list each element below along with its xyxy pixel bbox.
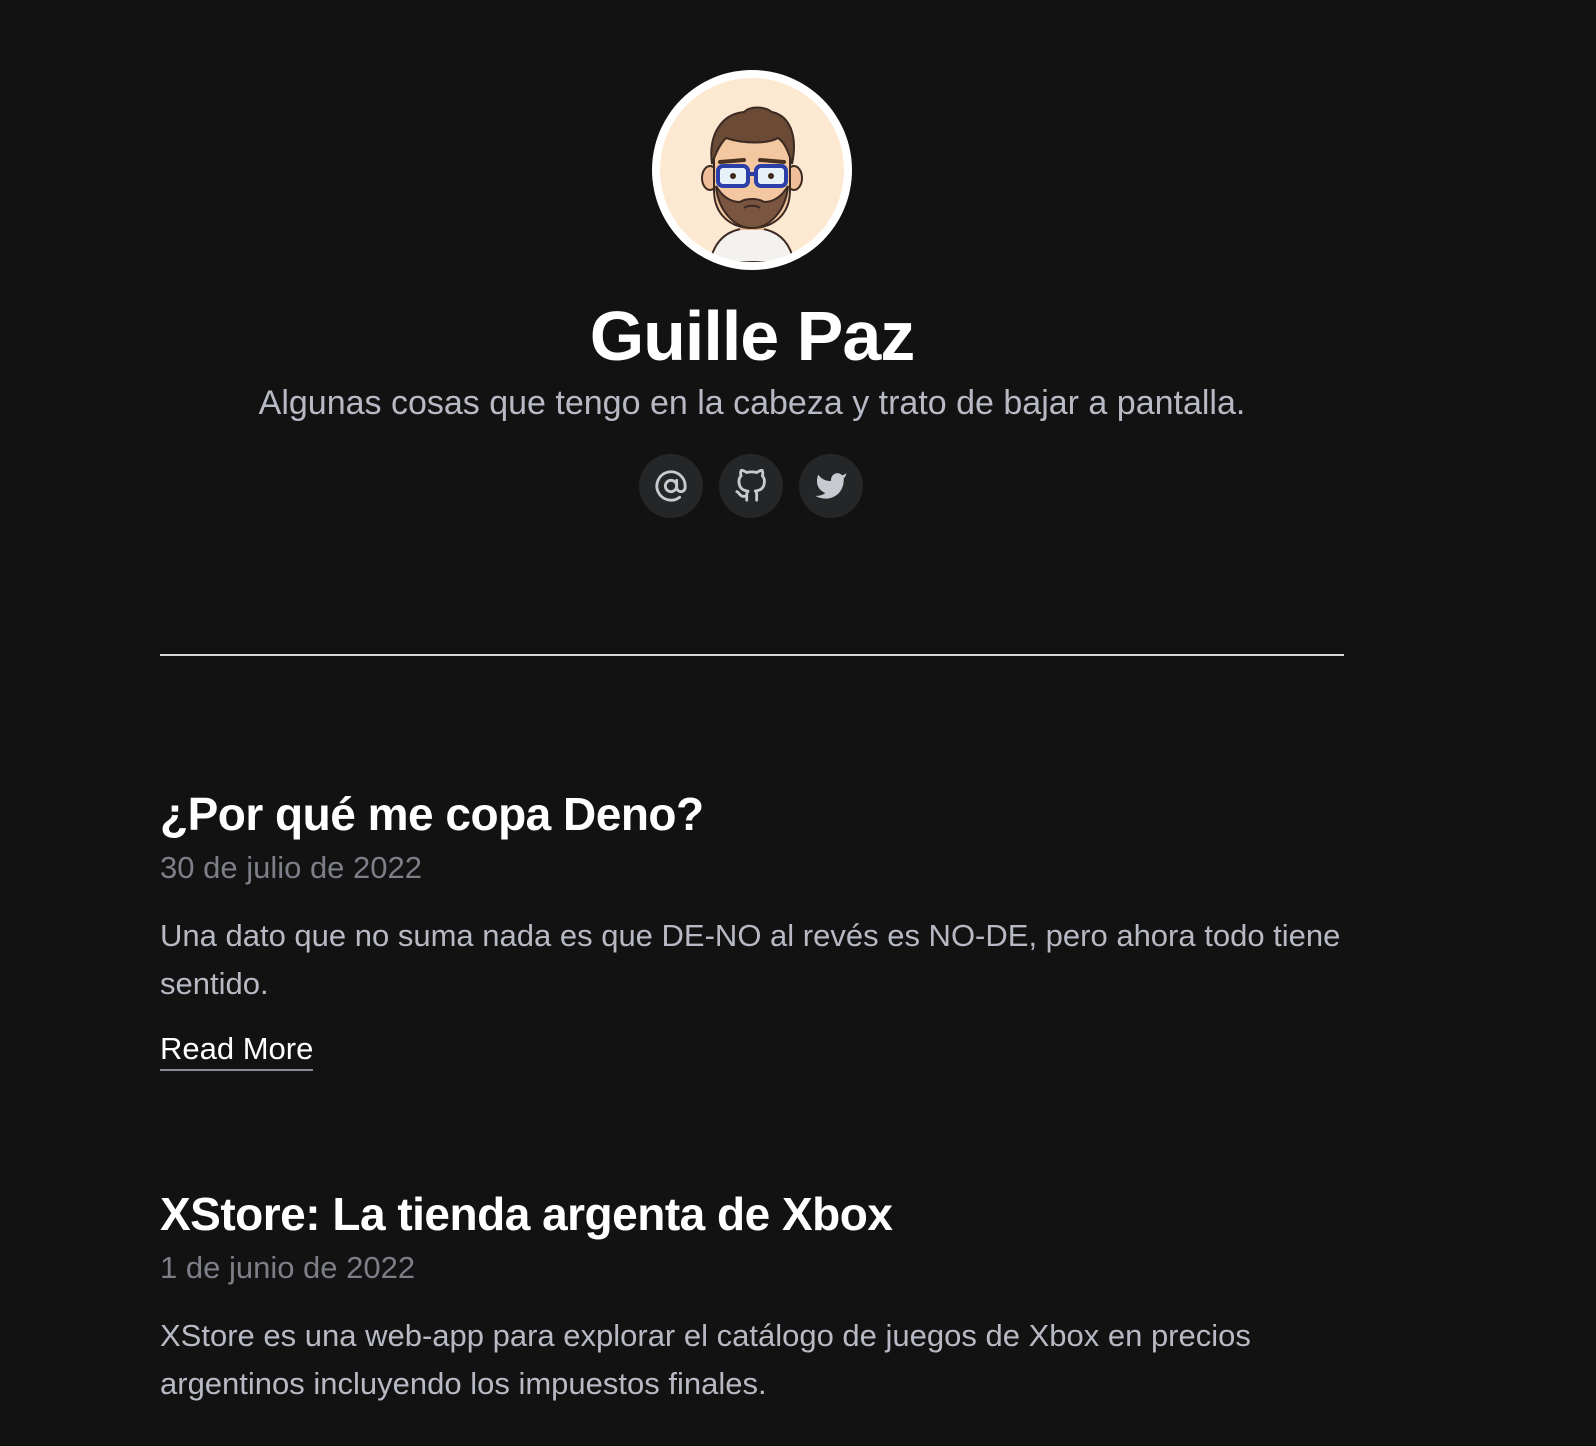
post-item: XStore: La tienda argenta de Xbox 1 de j…: [160, 1186, 1350, 1408]
avatar: [652, 70, 852, 270]
avatar-icon: [701, 106, 803, 262]
post-excerpt: XStore es una web-app para explorar el c…: [160, 1318, 1251, 1401]
github-icon: [735, 469, 766, 502]
post-title[interactable]: XStore: La tienda argenta de Xbox: [160, 1186, 1350, 1242]
read-more-link[interactable]: Read More: [160, 1030, 314, 1071]
twitter-icon: [815, 473, 847, 499]
at-sign-icon: [655, 470, 687, 502]
post-date: 1 de junio de 2022: [160, 1250, 416, 1285]
post-date: 30 de julio de 2022: [160, 850, 423, 885]
social-links: [639, 454, 863, 518]
avatar-illustration: [660, 78, 844, 262]
post-item: ¿Por qué me copa Deno? 30 de julio de 20…: [160, 786, 1350, 1071]
github-link-button[interactable]: [719, 454, 783, 518]
post-title[interactable]: ¿Por qué me copa Deno?: [160, 786, 1350, 842]
twitter-link-button[interactable]: [799, 454, 863, 518]
page: Guille Paz Algunas cosas que tengo en la…: [0, 0, 1596, 1446]
page-tagline: Algunas cosas que tengo en la cabeza y t…: [258, 384, 1246, 422]
email-link-button[interactable]: [639, 454, 703, 518]
post-excerpt: Una dato que no suma nada es que DE-NO a…: [160, 918, 1341, 1001]
page-title: Guille Paz: [589, 297, 916, 375]
header-divider: [160, 654, 1344, 656]
